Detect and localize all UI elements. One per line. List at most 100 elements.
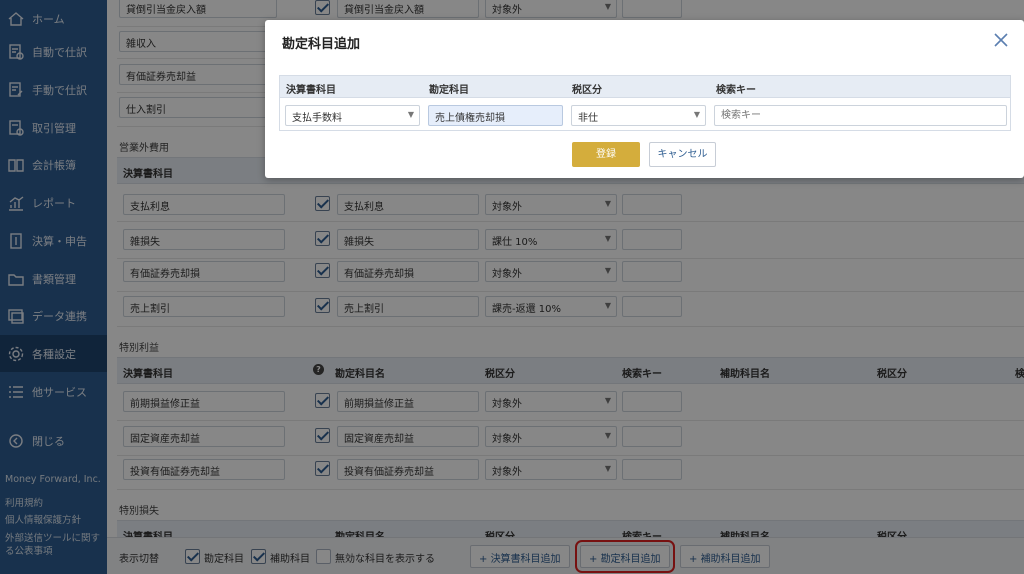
plus-icon: + [479, 554, 491, 565]
account-checkbox[interactable] [315, 231, 330, 246]
search-key-field[interactable] [622, 229, 682, 250]
account-name-field[interactable]: 支払利息 [337, 194, 479, 215]
sidebar-close-button[interactable]: 閉じる [0, 422, 107, 460]
search-key-field[interactable] [622, 426, 682, 447]
tax-value: 課仕 10% [492, 237, 538, 248]
help-icon[interactable]: ? [313, 364, 324, 375]
table-row: 雑損失 雑損失 課仕 10% ▼ [117, 222, 1024, 259]
external-tools-link[interactable]: 外部送信ツールに関する公表事項 [5, 532, 105, 558]
sidebar-item-ledger[interactable]: 会計帳簿 [0, 146, 107, 183]
sidebar-item-documents[interactable]: 書類管理 [0, 260, 107, 297]
account-checkbox[interactable] [315, 428, 330, 443]
add-sub-label: 補助科目追加 [700, 554, 761, 565]
col-search-truncated: 検 [1015, 369, 1024, 380]
table-row: 投資有価証券売却益 投資有価証券売却益 対象外 ▼ [117, 453, 1024, 490]
dialog-table: 決算書科目 勘定科目 税区分 検索キー 支払手数料 ▼ 売上債権売却損 非仕 ▼ [279, 75, 1011, 131]
tax-category-select[interactable]: 非仕 ▼ [571, 105, 706, 126]
statement-account-field[interactable]: 前期損益修正益 [123, 391, 285, 412]
account-checkbox[interactable] [315, 263, 330, 278]
account-name-field[interactable]: 売上割引 [337, 296, 479, 317]
add-account-button[interactable]: + 勘定科目追加 [575, 540, 675, 573]
statement-account-field[interactable]: 雑損失 [123, 229, 285, 250]
register-button[interactable]: 登録 [572, 142, 640, 167]
tax-select[interactable]: 対象外 ▼ [485, 426, 617, 447]
tax-select[interactable]: 課売-返還 10% ▼ [485, 296, 617, 317]
account-name-field[interactable]: 固定資産売却益 [337, 426, 479, 447]
account-checkbox[interactable] [315, 461, 330, 476]
add-statement-account-button[interactable]: + 決算書科目追加 [470, 545, 570, 568]
sidebar-item-settlement[interactable]: 決算・申告 [0, 222, 107, 259]
home-icon [6, 9, 26, 29]
search-key-field[interactable] [622, 391, 682, 412]
search-key-field[interactable] [622, 0, 682, 18]
sidebar-item-home[interactable]: ホーム [0, 0, 107, 37]
toggle-sub-label: 補助科目 [270, 554, 310, 565]
tax-value: 対象外 [492, 5, 522, 16]
statement-account-field[interactable]: 雑収入 [119, 31, 277, 52]
plus-icon: + [589, 554, 601, 565]
statement-account-field[interactable]: 仕入割引 [119, 97, 277, 118]
sidebar-item-auto-journal[interactable]: 自動で仕訳 [0, 33, 107, 70]
company-name: Money Forward, Inc. [5, 474, 101, 485]
chevron-down-icon: ▼ [407, 110, 414, 119]
sidebar-item-transactions[interactable]: 取引管理 [0, 109, 107, 146]
settlement-icon [6, 231, 26, 251]
statement-account-field[interactable]: 貸倒引当金戻入額 [119, 0, 277, 18]
section-title-special-loss: 特別損失 [119, 506, 159, 517]
terms-link[interactable]: 利用規約 [5, 497, 43, 510]
statement-account-field[interactable]: 支払利息 [123, 194, 285, 215]
toggle-sub-checkbox[interactable] [251, 549, 266, 564]
statement-value: 支払手数料 [292, 113, 342, 124]
tax-select[interactable]: 対象外 ▼ [485, 261, 617, 282]
col-statement: 決算書科目 [286, 85, 336, 96]
account-checkbox[interactable] [315, 393, 330, 408]
col-tax: 税区分 [572, 85, 602, 96]
tax-select[interactable]: 対象外 ▼ [485, 194, 617, 215]
statement-account-field[interactable]: 売上割引 [123, 296, 285, 317]
statement-account-field[interactable]: 固定資産売却益 [123, 426, 285, 447]
tax-value: 対象外 [492, 202, 522, 213]
tax-select[interactable]: 課仕 10% ▼ [485, 229, 617, 250]
sidebar-item-data-link[interactable]: データ連携 [0, 297, 107, 334]
col-account: 勘定科目 [429, 85, 469, 96]
chevron-down-icon: ▼ [693, 110, 700, 119]
account-name-field[interactable]: 投資有価証券売却益 [337, 459, 479, 480]
close-icon[interactable] [992, 31, 1010, 49]
account-checkbox[interactable] [315, 0, 330, 15]
search-key-input[interactable] [714, 105, 1007, 126]
add-sub-account-button[interactable]: + 補助科目追加 [680, 545, 770, 568]
account-checkbox[interactable] [315, 196, 330, 211]
search-key-field[interactable] [622, 194, 682, 215]
tax-select[interactable]: 対象外 ▼ [485, 459, 617, 480]
sidebar-item-settings[interactable]: 各種設定 [0, 335, 107, 372]
tax-select[interactable]: 対象外 ▼ [485, 0, 617, 18]
account-name-input[interactable]: 売上債権売却損 [428, 105, 563, 126]
statement-account-select[interactable]: 支払手数料 ▼ [285, 105, 420, 126]
statement-account-field[interactable]: 有価証券売却益 [119, 64, 277, 85]
sidebar-item-label: レポート [32, 196, 76, 210]
search-key-field[interactable] [622, 459, 682, 480]
add-statement-label: 決算書科目追加 [490, 554, 561, 565]
account-name-field[interactable]: 有価証券売却損 [337, 261, 479, 282]
sidebar-item-other-services[interactable]: 他サービス [0, 373, 107, 410]
toggle-account-checkbox[interactable] [185, 549, 200, 564]
toggle-invalid-label: 無効な科目を表示する [335, 554, 435, 565]
sidebar-item-manual-journal[interactable]: 手動で仕訳 [0, 71, 107, 108]
col-search-key: 検索キー [622, 369, 662, 380]
cancel-button[interactable]: キャンセル [649, 142, 716, 167]
account-name-field[interactable]: 貸倒引当金戻入額 [337, 0, 479, 18]
account-name-field[interactable]: 雑損失 [337, 229, 479, 250]
account-name-field[interactable]: 前期損益修正益 [337, 391, 479, 412]
table-row: 固定資産売却益 固定資産売却益 対象外 ▼ [117, 419, 1024, 456]
toggle-invalid-checkbox[interactable] [316, 549, 331, 564]
tax-value: 対象外 [492, 269, 522, 280]
account-checkbox[interactable] [315, 298, 330, 313]
manual-journal-icon [6, 80, 26, 100]
statement-account-field[interactable]: 有価証券売却損 [123, 261, 285, 282]
privacy-link[interactable]: 個人情報保護方針 [5, 514, 81, 527]
statement-account-field[interactable]: 投資有価証券売却益 [123, 459, 285, 480]
tax-select[interactable]: 対象外 ▼ [485, 391, 617, 412]
search-key-field[interactable] [622, 296, 682, 317]
search-key-field[interactable] [622, 261, 682, 282]
sidebar-item-report[interactable]: レポート [0, 184, 107, 221]
